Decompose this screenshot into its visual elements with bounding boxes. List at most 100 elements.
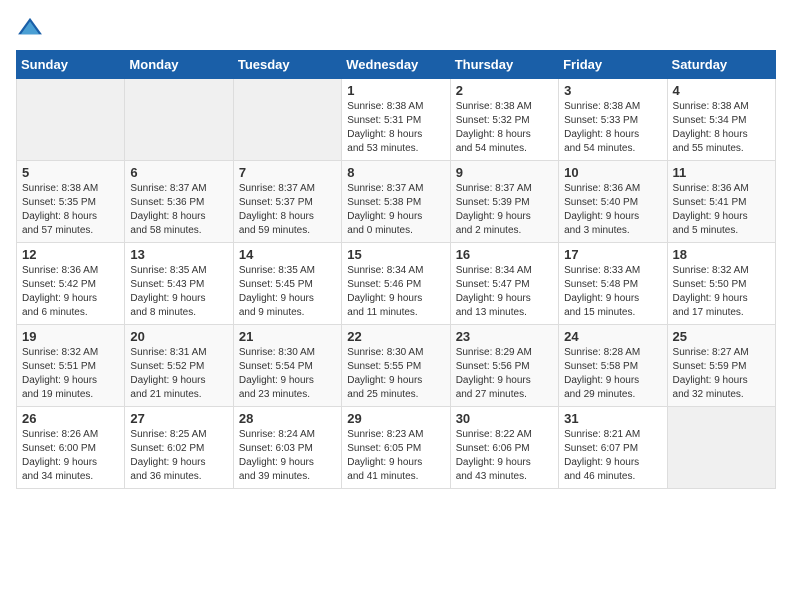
calendar-cell: 16 Sunrise: 8:34 AM Sunset: 5:47 PM Dayli… bbox=[450, 243, 558, 325]
calendar-week-row: 1Sunrise: 8:38 AM Sunset: 5:31 PM Daylig… bbox=[17, 79, 776, 161]
day-number: 6 bbox=[130, 165, 227, 180]
day-info: Sunrise: 8:23 AM Sunset: 6:05 PM Dayligh… bbox=[347, 428, 444, 484]
day-info: Sunrise: 8:34 AM Sunset: 5:47 PM Dayligh… bbox=[456, 264, 553, 320]
calendar-day-header: Friday bbox=[559, 51, 667, 79]
calendar-day-header: Monday bbox=[125, 51, 233, 79]
day-info: Sunrise: 8:34 AM Sunset: 5:46 PM Dayligh… bbox=[347, 264, 444, 320]
calendar-day-header: Saturday bbox=[667, 51, 775, 79]
calendar-cell: 5 Sunrise: 8:38 AM Sunset: 5:35 PM Daylig… bbox=[17, 161, 125, 243]
day-info: Sunrise: 8:24 AM Sunset: 6:03 PM Dayligh… bbox=[239, 428, 336, 484]
day-number: 8 bbox=[347, 165, 444, 180]
calendar-week-row: 12Sunrise: 8:36 AM Sunset: 5:42 PM Dayli… bbox=[17, 243, 776, 325]
day-info: Sunrise: 8:37 AM Sunset: 5:38 PM Dayligh… bbox=[347, 182, 444, 238]
day-number: 14 bbox=[239, 247, 336, 262]
day-info: Sunrise: 8:37 AM Sunset: 5:39 PM Dayligh… bbox=[456, 182, 553, 238]
day-number: 20 bbox=[130, 329, 227, 344]
day-info: Sunrise: 8:31 AM Sunset: 5:52 PM Dayligh… bbox=[130, 346, 227, 402]
day-number: 21 bbox=[239, 329, 336, 344]
logo-icon bbox=[16, 16, 44, 38]
day-number: 30 bbox=[456, 411, 553, 426]
day-info: Sunrise: 8:21 AM Sunset: 6:07 PM Dayligh… bbox=[564, 428, 661, 484]
calendar-cell: 31 Sunrise: 8:21 AM Sunset: 6:07 PM Dayli… bbox=[559, 407, 667, 489]
day-number: 9 bbox=[456, 165, 553, 180]
calendar-cell: 13Sunrise: 8:35 AM Sunset: 5:43 PM Dayli… bbox=[125, 243, 233, 325]
day-info: Sunrise: 8:37 AM Sunset: 5:36 PM Dayligh… bbox=[130, 182, 227, 238]
calendar-cell: 9 Sunrise: 8:37 AM Sunset: 5:39 PM Daylig… bbox=[450, 161, 558, 243]
day-number: 27 bbox=[130, 411, 227, 426]
calendar-day-header: Sunday bbox=[17, 51, 125, 79]
day-number: 31 bbox=[564, 411, 661, 426]
day-info: Sunrise: 8:38 AM Sunset: 5:35 PM Dayligh… bbox=[22, 182, 119, 238]
calendar-day-header: Thursday bbox=[450, 51, 558, 79]
day-info: Sunrise: 8:32 AM Sunset: 5:51 PM Dayligh… bbox=[22, 346, 119, 402]
calendar-cell: 10 Sunrise: 8:36 AM Sunset: 5:40 PM Dayli… bbox=[559, 161, 667, 243]
day-info: Sunrise: 8:25 AM Sunset: 6:02 PM Dayligh… bbox=[130, 428, 227, 484]
day-number: 5 bbox=[22, 165, 119, 180]
calendar-cell: 19 Sunrise: 8:32 AM Sunset: 5:51 PM Dayli… bbox=[17, 325, 125, 407]
calendar-cell bbox=[125, 79, 233, 161]
calendar-day-header: Tuesday bbox=[233, 51, 341, 79]
calendar-cell: 22 Sunrise: 8:30 AM Sunset: 5:55 PM Dayli… bbox=[342, 325, 450, 407]
day-number: 26 bbox=[22, 411, 119, 426]
calendar-cell: 26 Sunrise: 8:26 AM Sunset: 6:00 PM Dayli… bbox=[17, 407, 125, 489]
day-info: Sunrise: 8:26 AM Sunset: 6:00 PM Dayligh… bbox=[22, 428, 119, 484]
day-info: Sunrise: 8:36 AM Sunset: 5:41 PM Dayligh… bbox=[673, 182, 770, 238]
calendar-cell: 17Sunrise: 8:33 AM Sunset: 5:48 PM Dayli… bbox=[559, 243, 667, 325]
calendar-cell: 30 Sunrise: 8:22 AM Sunset: 6:06 PM Dayli… bbox=[450, 407, 558, 489]
calendar-cell: 11Sunrise: 8:36 AM Sunset: 5:41 PM Dayli… bbox=[667, 161, 775, 243]
day-info: Sunrise: 8:35 AM Sunset: 5:45 PM Dayligh… bbox=[239, 264, 336, 320]
calendar-cell: 12Sunrise: 8:36 AM Sunset: 5:42 PM Dayli… bbox=[17, 243, 125, 325]
calendar-cell bbox=[233, 79, 341, 161]
header bbox=[16, 16, 776, 38]
day-info: Sunrise: 8:30 AM Sunset: 5:55 PM Dayligh… bbox=[347, 346, 444, 402]
day-number: 7 bbox=[239, 165, 336, 180]
day-number: 28 bbox=[239, 411, 336, 426]
calendar-cell: 27 Sunrise: 8:25 AM Sunset: 6:02 PM Dayli… bbox=[125, 407, 233, 489]
calendar-cell: 28 Sunrise: 8:24 AM Sunset: 6:03 PM Dayli… bbox=[233, 407, 341, 489]
day-info: Sunrise: 8:32 AM Sunset: 5:50 PM Dayligh… bbox=[673, 264, 770, 320]
calendar-cell: 7 Sunrise: 8:37 AM Sunset: 5:37 PM Daylig… bbox=[233, 161, 341, 243]
day-info: Sunrise: 8:38 AM Sunset: 5:32 PM Dayligh… bbox=[456, 100, 553, 156]
calendar-cell: 24 Sunrise: 8:28 AM Sunset: 5:58 PM Dayli… bbox=[559, 325, 667, 407]
day-number: 24 bbox=[564, 329, 661, 344]
calendar-cell: 15 Sunrise: 8:34 AM Sunset: 5:46 PM Dayli… bbox=[342, 243, 450, 325]
calendar-week-row: 26 Sunrise: 8:26 AM Sunset: 6:00 PM Dayli… bbox=[17, 407, 776, 489]
day-number: 22 bbox=[347, 329, 444, 344]
day-number: 16 bbox=[456, 247, 553, 262]
day-info: Sunrise: 8:27 AM Sunset: 5:59 PM Dayligh… bbox=[673, 346, 770, 402]
day-number: 29 bbox=[347, 411, 444, 426]
day-info: Sunrise: 8:38 AM Sunset: 5:31 PM Dayligh… bbox=[347, 100, 444, 156]
day-number: 19 bbox=[22, 329, 119, 344]
day-info: Sunrise: 8:36 AM Sunset: 5:42 PM Dayligh… bbox=[22, 264, 119, 320]
day-number: 3 bbox=[564, 83, 661, 98]
calendar-cell: 6 Sunrise: 8:37 AM Sunset: 5:36 PM Daylig… bbox=[125, 161, 233, 243]
day-info: Sunrise: 8:38 AM Sunset: 5:33 PM Dayligh… bbox=[564, 100, 661, 156]
day-info: Sunrise: 8:36 AM Sunset: 5:40 PM Dayligh… bbox=[564, 182, 661, 238]
calendar-week-row: 19 Sunrise: 8:32 AM Sunset: 5:51 PM Dayli… bbox=[17, 325, 776, 407]
calendar-cell: 20 Sunrise: 8:31 AM Sunset: 5:52 PM Dayli… bbox=[125, 325, 233, 407]
day-number: 23 bbox=[456, 329, 553, 344]
calendar-cell: 4Sunrise: 8:38 AM Sunset: 5:34 PM Daylig… bbox=[667, 79, 775, 161]
calendar-cell bbox=[667, 407, 775, 489]
calendar-cell: 2 Sunrise: 8:38 AM Sunset: 5:32 PM Daylig… bbox=[450, 79, 558, 161]
calendar-cell: 29 Sunrise: 8:23 AM Sunset: 6:05 PM Dayli… bbox=[342, 407, 450, 489]
calendar-day-header: Wednesday bbox=[342, 51, 450, 79]
calendar-cell: 8 Sunrise: 8:37 AM Sunset: 5:38 PM Daylig… bbox=[342, 161, 450, 243]
calendar-header-row: SundayMondayTuesdayWednesdayThursdayFrid… bbox=[17, 51, 776, 79]
day-info: Sunrise: 8:37 AM Sunset: 5:37 PM Dayligh… bbox=[239, 182, 336, 238]
logo bbox=[16, 16, 48, 38]
day-number: 25 bbox=[673, 329, 770, 344]
day-number: 10 bbox=[564, 165, 661, 180]
day-number: 2 bbox=[456, 83, 553, 98]
day-number: 4 bbox=[673, 83, 770, 98]
calendar-cell bbox=[17, 79, 125, 161]
day-info: Sunrise: 8:33 AM Sunset: 5:48 PM Dayligh… bbox=[564, 264, 661, 320]
calendar-cell: 1Sunrise: 8:38 AM Sunset: 5:31 PM Daylig… bbox=[342, 79, 450, 161]
calendar-table: SundayMondayTuesdayWednesdayThursdayFrid… bbox=[16, 50, 776, 489]
day-info: Sunrise: 8:22 AM Sunset: 6:06 PM Dayligh… bbox=[456, 428, 553, 484]
day-info: Sunrise: 8:28 AM Sunset: 5:58 PM Dayligh… bbox=[564, 346, 661, 402]
day-info: Sunrise: 8:29 AM Sunset: 5:56 PM Dayligh… bbox=[456, 346, 553, 402]
calendar-cell: 23 Sunrise: 8:29 AM Sunset: 5:56 PM Dayli… bbox=[450, 325, 558, 407]
day-number: 15 bbox=[347, 247, 444, 262]
calendar-cell: 21Sunrise: 8:30 AM Sunset: 5:54 PM Dayli… bbox=[233, 325, 341, 407]
